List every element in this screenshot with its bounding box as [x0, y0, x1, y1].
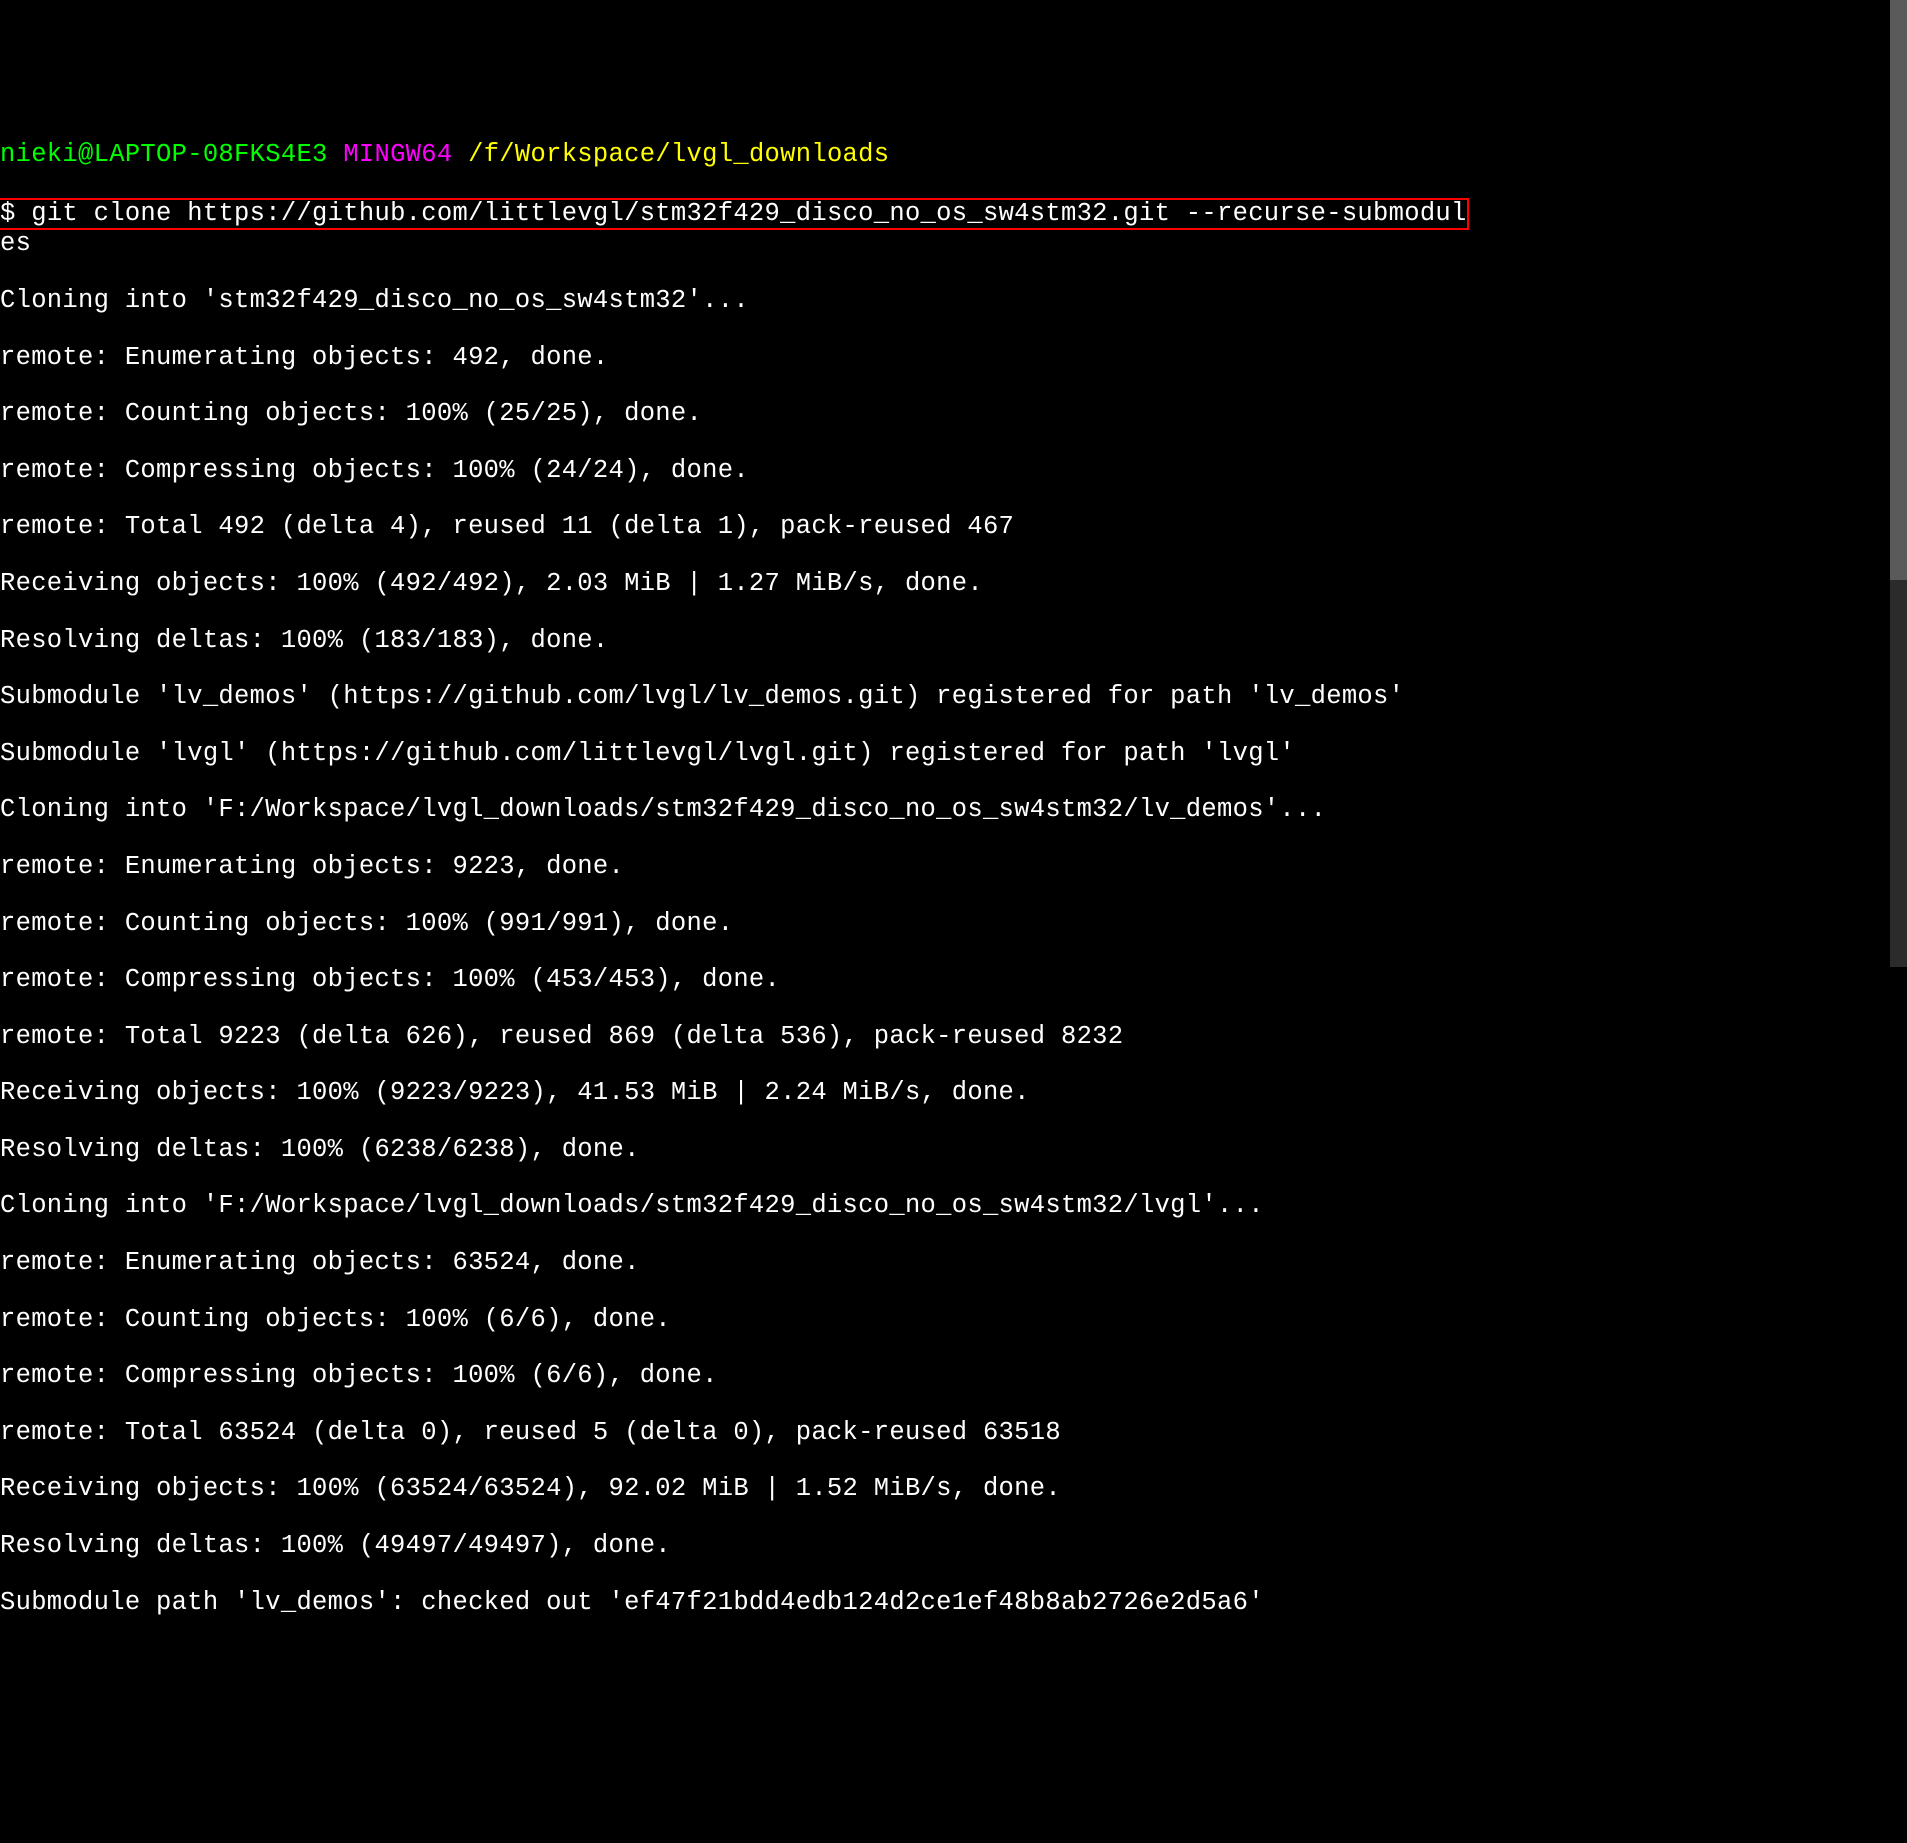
highlighted-command: $ git clone https://github.com/littlevgl… [0, 198, 1469, 230]
output-line: Cloning into 'F:/Workspace/lvgl_download… [0, 796, 1540, 824]
terminal-window[interactable]: nieki@LAPTOP-08FKS4E3 MINGW64 /f/Workspa… [0, 113, 1540, 1645]
scrollbar-track[interactable] [1890, 0, 1907, 967]
output-line: remote: Compressing objects: 100% (453/4… [0, 966, 1540, 994]
prompt-path: /f/Workspace/lvgl_downloads [468, 140, 889, 169]
scrollbar-thumb[interactable] [1890, 0, 1907, 580]
output-line: remote: Enumerating objects: 9223, done. [0, 853, 1540, 881]
output-line: Receiving objects: 100% (63524/63524), 9… [0, 1475, 1540, 1503]
output-line: remote: Counting objects: 100% (6/6), do… [0, 1306, 1540, 1334]
output-line: Cloning into 'stm32f429_disco_no_os_sw4s… [0, 287, 1540, 315]
command-text-1[interactable]: git clone https://github.com/littlevgl/s… [16, 199, 1467, 228]
prompt-symbol: $ [0, 199, 16, 228]
output-line: remote: Counting objects: 100% (991/991)… [0, 910, 1540, 938]
output-line: Submodule path 'lv_demos': checked out '… [0, 1589, 1540, 1617]
output-line: Submodule 'lvgl' (https://github.com/lit… [0, 740, 1540, 768]
command-text-2[interactable]: es [0, 230, 1540, 258]
prompt-user: nieki@LAPTOP-08FKS4E3 [0, 140, 328, 169]
prompt-line: nieki@LAPTOP-08FKS4E3 MINGW64 /f/Workspa… [0, 141, 1540, 169]
output-line: Receiving objects: 100% (9223/9223), 41.… [0, 1079, 1540, 1107]
output-line: Resolving deltas: 100% (183/183), done. [0, 627, 1540, 655]
output-line: remote: Counting objects: 100% (25/25), … [0, 400, 1540, 428]
output-line: remote: Compressing objects: 100% (6/6),… [0, 1362, 1540, 1390]
prompt-env: MINGW64 [343, 140, 452, 169]
output-line: Receiving objects: 100% (492/492), 2.03 … [0, 570, 1540, 598]
output-line: remote: Total 63524 (delta 0), reused 5 … [0, 1419, 1540, 1447]
output-line: Resolving deltas: 100% (49497/49497), do… [0, 1532, 1540, 1560]
output-line: Resolving deltas: 100% (6238/6238), done… [0, 1136, 1540, 1164]
output-line: remote: Enumerating objects: 63524, done… [0, 1249, 1540, 1277]
output-line: Submodule 'lv_demos' (https://github.com… [0, 683, 1540, 711]
output-line: remote: Total 492 (delta 4), reused 11 (… [0, 513, 1540, 541]
output-line: Cloning into 'F:/Workspace/lvgl_download… [0, 1192, 1540, 1220]
output-line: remote: Total 9223 (delta 626), reused 8… [0, 1023, 1540, 1051]
output-line: remote: Enumerating objects: 492, done. [0, 344, 1540, 372]
output-line: remote: Compressing objects: 100% (24/24… [0, 457, 1540, 485]
